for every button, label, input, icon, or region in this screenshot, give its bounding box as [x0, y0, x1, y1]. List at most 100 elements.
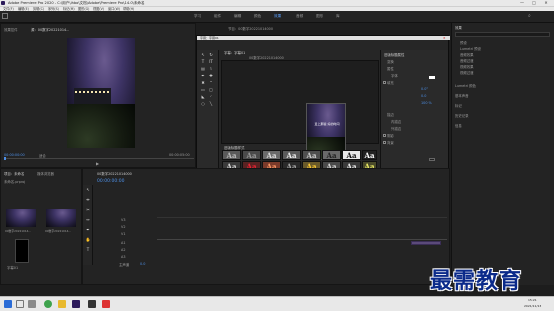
delete-anchor-icon[interactable]: ✖ [200, 80, 206, 85]
hand-tool-icon[interactable]: ✋ [85, 237, 91, 242]
search-icon-taskbar[interactable] [16, 300, 24, 308]
source-clip-tab[interactable]: 源：00数字20221014... [31, 27, 69, 32]
effects-item-video[interactable]: 视频效果 [460, 64, 474, 69]
search-icon[interactable]: ⌕ [528, 13, 531, 19]
timeline-tab[interactable]: 00数字20221014000 [97, 171, 132, 176]
project-thumb-3[interactable] [15, 239, 29, 263]
razor-tool-icon[interactable]: ✂ [85, 207, 91, 212]
track-a1[interactable]: A1 [121, 241, 125, 245]
prop-value-angle[interactable]: 0.0° [421, 87, 428, 91]
ellipse-tool-icon[interactable]: ○ [200, 101, 206, 106]
playhead-icon[interactable] [4, 157, 6, 160]
style-swatch-6[interactable]: Aa [322, 150, 341, 160]
style-swatch-1[interactable]: Aa [222, 150, 241, 160]
selection-tool-icon[interactable]: ↖ [200, 52, 206, 57]
effects-tab[interactable]: 效果 [455, 25, 462, 30]
task-view-icon[interactable] [28, 300, 36, 308]
prop-background[interactable]: 背景 [387, 140, 394, 145]
panel-lumetri-color[interactable]: Lumetri 颜色 [455, 83, 476, 88]
workspace-editing[interactable]: 编辑 [234, 14, 241, 19]
timeline-clip[interactable] [411, 241, 441, 245]
workspace-effects[interactable]: 效果 [274, 14, 281, 19]
prop-stroke[interactable]: 描边 [387, 112, 394, 117]
rounded-rect-icon[interactable]: ▢ [208, 87, 214, 92]
source-scrubber[interactable] [4, 158, 194, 159]
app-icon-5[interactable] [88, 300, 96, 308]
pen-icon[interactable]: ✒ [85, 227, 91, 232]
fill-color-swatch[interactable] [429, 76, 435, 79]
track-a2[interactable]: A2 [121, 248, 125, 252]
prop-value-size[interactable]: 0.0 [421, 94, 426, 98]
prop-font[interactable]: 字体 [391, 73, 398, 78]
ripple-edit-icon[interactable]: ⇹ [85, 197, 91, 202]
panel-essential-sound[interactable]: 基本声音 [455, 93, 469, 98]
prop-fill[interactable]: 填充 [387, 80, 394, 85]
style-swatch-5[interactable]: Aa [302, 150, 321, 160]
type-tool-icon[interactable]: T [200, 59, 206, 64]
effects-item-presets[interactable]: 预设 [460, 40, 467, 45]
prop-inner-stroke[interactable]: 内描边 [391, 119, 401, 124]
project-thumb-2[interactable] [46, 209, 76, 227]
effects-item-lumetri[interactable]: Lumetri 预设 [460, 46, 481, 51]
shadow-color-swatch[interactable] [429, 158, 435, 161]
track-v2[interactable]: V2 [121, 225, 125, 229]
effects-item-audio-transitions[interactable]: 音频过渡 [460, 58, 474, 63]
effects-item-audio[interactable]: 音频效果 [460, 52, 474, 57]
add-anchor-icon[interactable]: ✚ [208, 73, 214, 78]
style-swatch-8[interactable]: Aa [362, 150, 377, 160]
effects-item-video-transitions[interactable]: 视频过渡 [460, 70, 474, 75]
chrome-icon[interactable] [44, 300, 52, 308]
play-button[interactable]: ▶ [96, 161, 99, 166]
style-swatch-4[interactable]: Aa [282, 150, 301, 160]
panel-info[interactable]: 信息 [455, 123, 462, 128]
panel-history[interactable]: 历史记录 [455, 113, 469, 118]
line-tool-icon[interactable]: ╲ [208, 101, 214, 106]
rotate-tool-icon[interactable]: ↻ [208, 52, 214, 57]
workspace-libraries[interactable]: 库 [336, 14, 340, 19]
background-checkbox[interactable] [383, 141, 386, 144]
media-browser-tab[interactable]: 媒体浏览器 [37, 171, 54, 176]
workspace-audio[interactable]: 音频 [296, 14, 303, 19]
dialog-close-icon[interactable]: ✕ [443, 36, 446, 40]
effect-controls-tab[interactable]: 效果控件 [4, 27, 18, 32]
text-tool-icon[interactable]: T [85, 247, 91, 252]
slip-tool-icon[interactable]: ↔ [85, 217, 91, 222]
area-type-icon[interactable]: ▤ [200, 66, 206, 71]
track-select-icon[interactable]: ↖ [85, 187, 91, 192]
rectangle-tool-icon[interactable]: ▭ [200, 87, 206, 92]
prop-outer-stroke[interactable]: 外描边 [391, 126, 401, 131]
wedge-tool-icon[interactable]: ◣ [200, 94, 206, 99]
path-type-icon[interactable]: ⌇ [208, 66, 214, 71]
home-icon[interactable] [2, 13, 8, 19]
track-v3[interactable]: V3 [121, 218, 125, 222]
style-swatch-2[interactable]: Aa [242, 150, 261, 160]
workspace-color[interactable]: 颜色 [254, 14, 261, 19]
effects-search-input[interactable] [455, 32, 550, 37]
pen-tool-icon[interactable]: ✒ [200, 73, 206, 78]
style-swatch-3[interactable]: Aa [262, 150, 281, 160]
panel-markers[interactable]: 标记 [455, 103, 462, 108]
preview-title-text[interactable]: 爱上那些 好的时间 [312, 122, 342, 126]
workspace-graphics[interactable]: 图形 [316, 14, 323, 19]
prop-properties[interactable]: 属性 [387, 66, 394, 71]
app-icon-6[interactable] [102, 300, 110, 308]
project-thumb-1[interactable] [6, 209, 36, 227]
project-tab[interactable]: 项目：未命名 [4, 171, 24, 176]
timeline-timecode[interactable]: 00:00:00:00 [97, 179, 124, 184]
style-swatch-7[interactable]: Aa [342, 150, 361, 160]
title-canvas[interactable]: 爱上那些 好的时间 [221, 60, 379, 160]
title-tab[interactable]: 字幕：字幕01 [224, 50, 245, 55]
fill-checkbox[interactable] [383, 81, 386, 84]
arc-tool-icon[interactable]: ◜ [208, 94, 214, 99]
workspace-assembly[interactable]: 组件 [214, 14, 221, 19]
prop-value-opacity[interactable]: 100 % [421, 101, 432, 105]
workspace-learn[interactable]: 学习 [194, 14, 201, 19]
premiere-taskbar-icon[interactable] [72, 300, 80, 308]
start-icon[interactable] [4, 300, 12, 308]
prop-shadow[interactable]: 阴影 [387, 133, 394, 138]
source-timecode[interactable]: 00:00:00:00 [4, 153, 25, 157]
taskbar-date[interactable]: 2021/11/13 [524, 304, 541, 308]
taskbar-time[interactable]: 15:21 [528, 298, 537, 302]
explorer-icon[interactable] [58, 300, 66, 308]
shadow-checkbox[interactable] [383, 134, 386, 137]
